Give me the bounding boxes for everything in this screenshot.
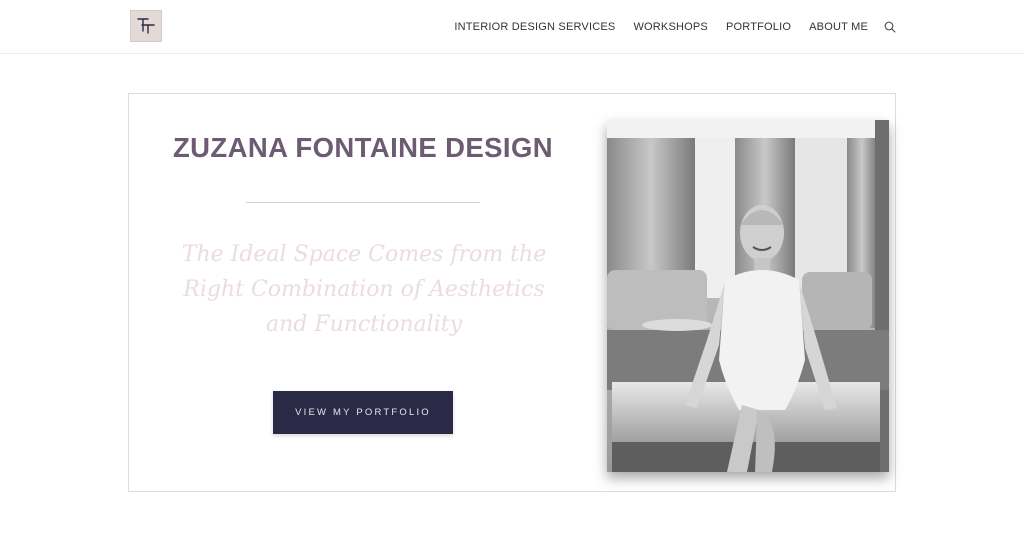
page-title: ZUZANA FONTAINE DESIGN [172, 132, 554, 163]
portrait-photo [607, 120, 889, 472]
nav-workshops[interactable]: WORKSHOPS [633, 21, 708, 33]
nav-interior-design-services[interactable]: INTERIOR DESIGN SERVICES [454, 21, 615, 33]
search-icon[interactable] [884, 20, 896, 34]
site-header: INTERIOR DESIGN SERVICES WORKSHOPS PORTF… [0, 0, 1024, 54]
main-nav: INTERIOR DESIGN SERVICES WORKSHOPS PORTF… [454, 19, 896, 35]
nav-portfolio[interactable]: PORTFOLIO [726, 21, 791, 33]
logo-mark [137, 18, 155, 34]
monogram-logo-icon[interactable] [130, 10, 162, 42]
nav-about-me[interactable]: ABOUT ME [809, 21, 868, 33]
hero-card: ZUZANA FONTAINE DESIGN The Ideal Space C… [128, 93, 896, 492]
title-divider [246, 202, 480, 203]
portrait-image [607, 120, 889, 472]
view-portfolio-button[interactable]: VIEW MY PORTFOLIO [273, 391, 453, 434]
hero-tagline: The Ideal Space Comes from the Right Com… [181, 242, 547, 337]
